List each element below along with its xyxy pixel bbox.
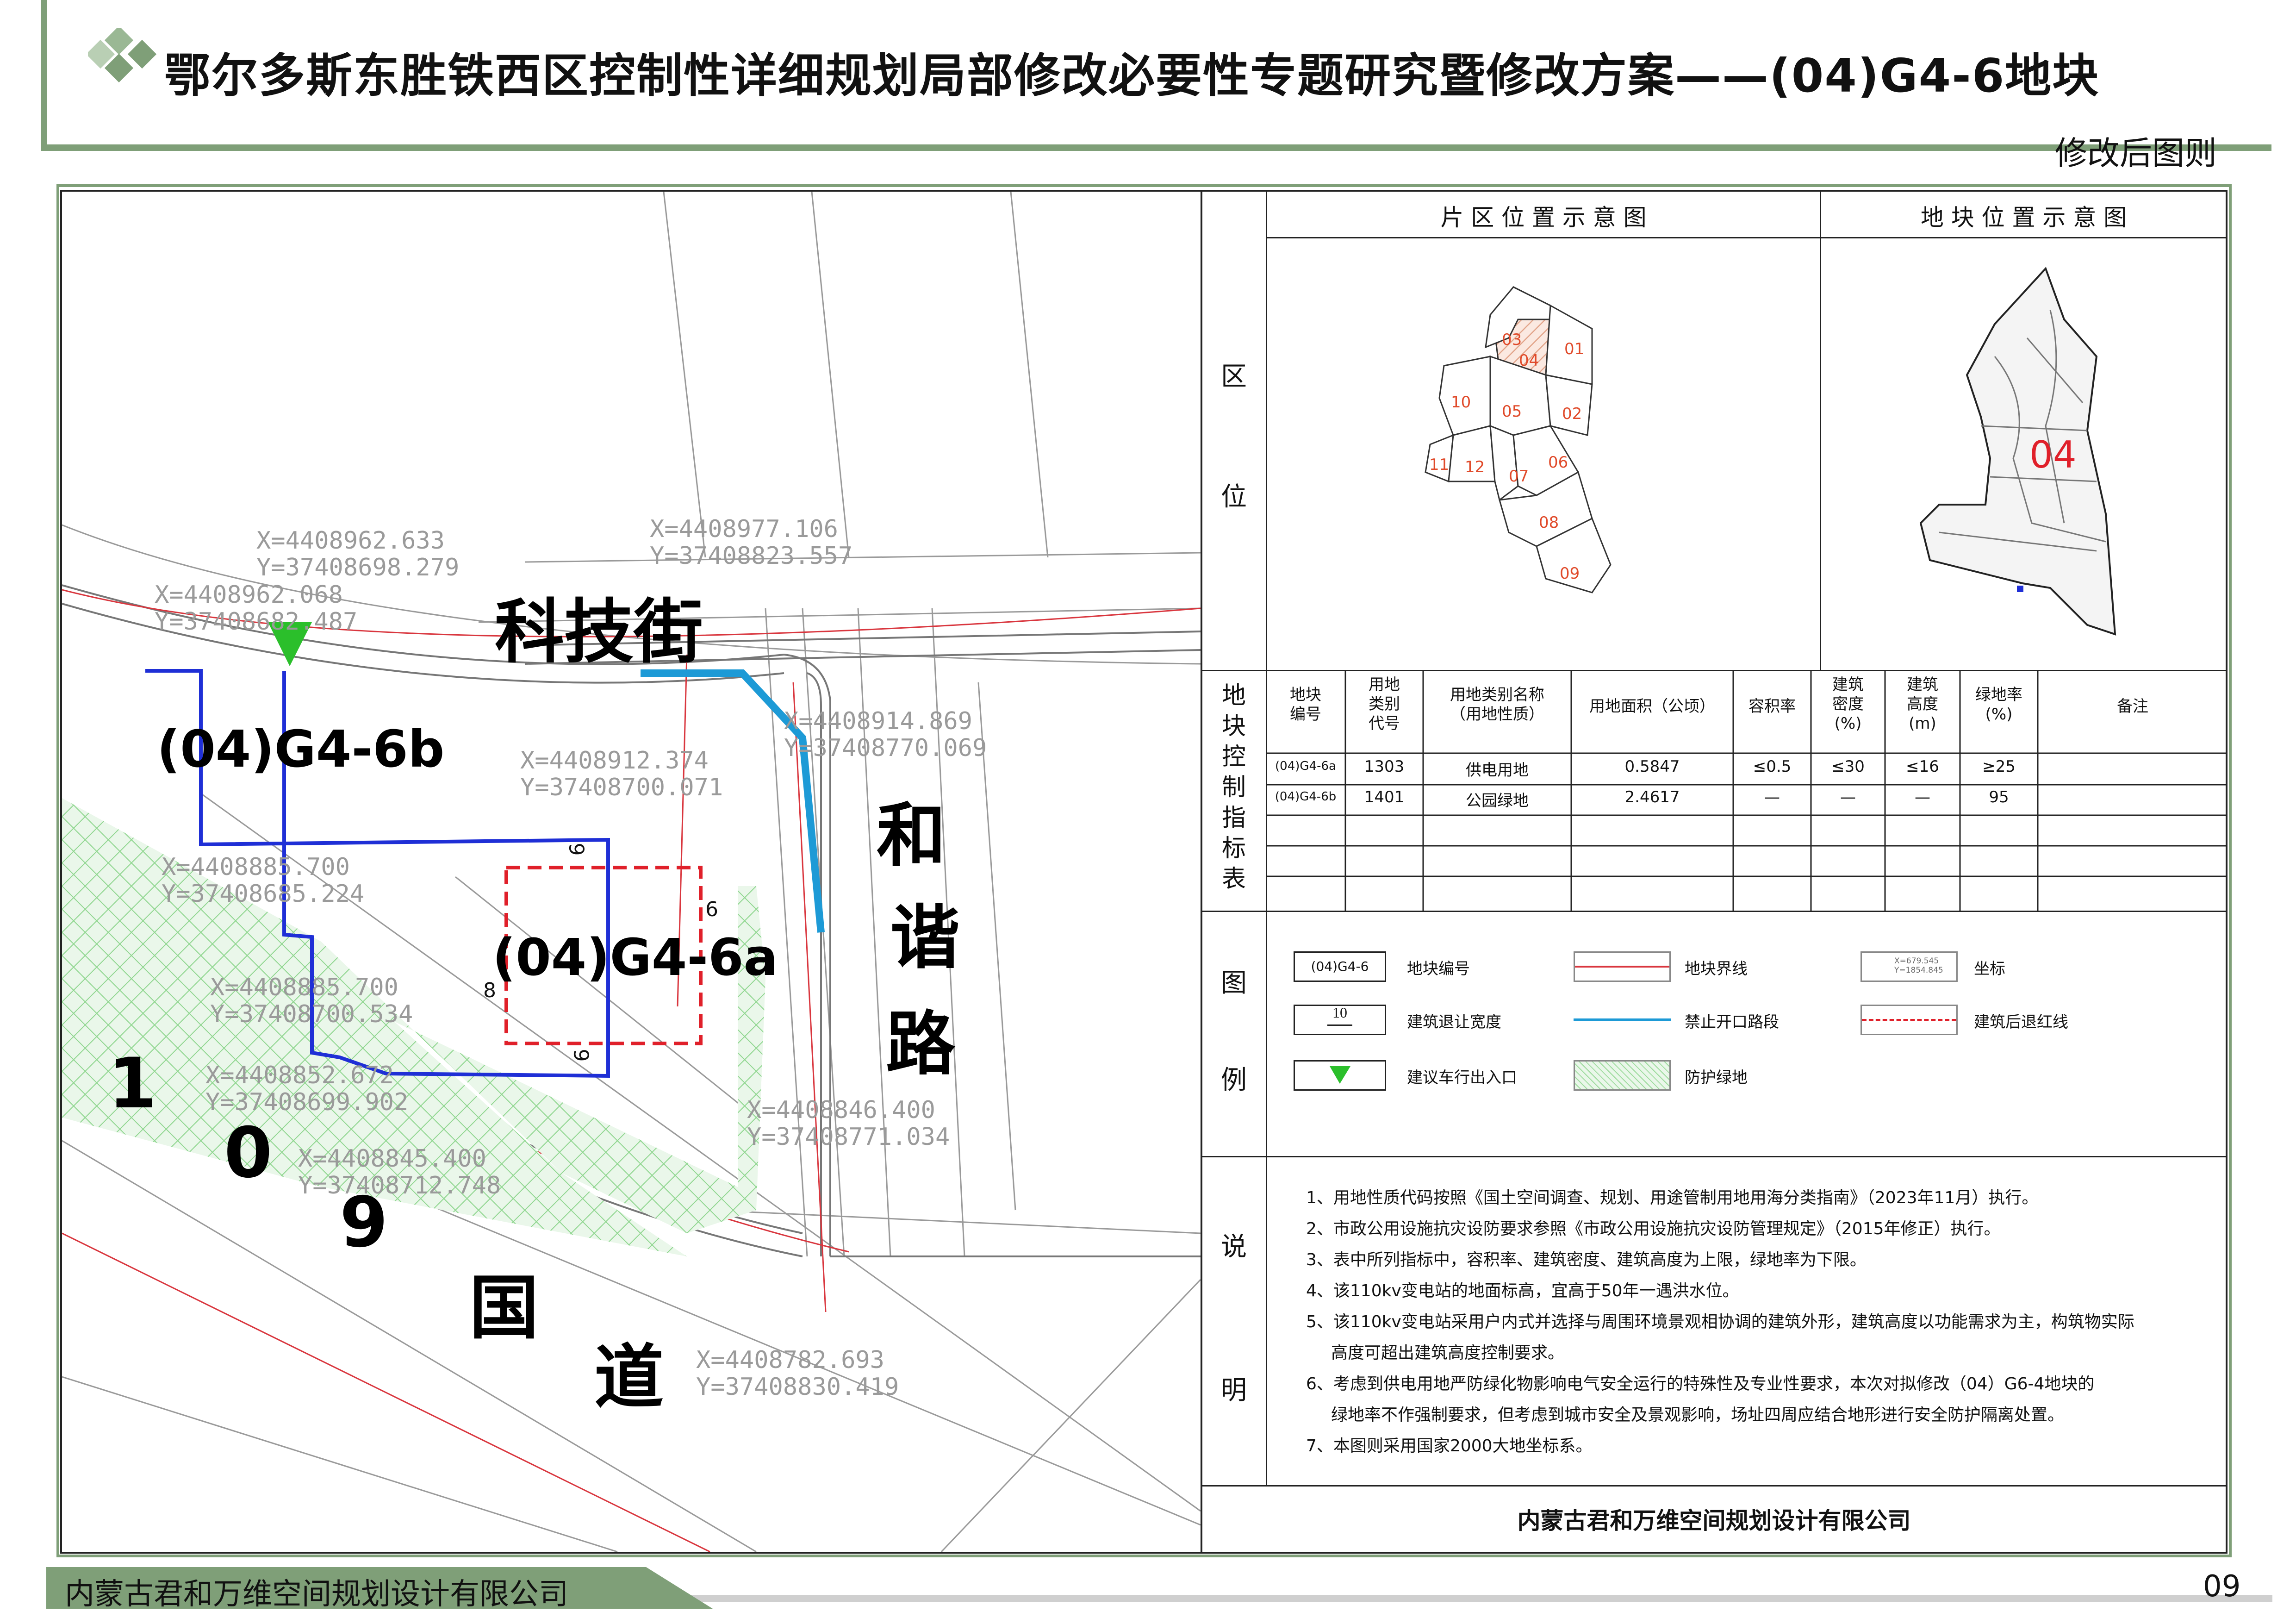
- zone-10: 10: [1451, 393, 1471, 412]
- col-header-far: 容积率: [1748, 697, 1796, 716]
- zone-08: 08: [1539, 513, 1559, 532]
- entrance-triangle-icon: [1330, 1066, 1350, 1084]
- setback-value-bottom: 6: [570, 1049, 594, 1062]
- page-number: 09: [2203, 1569, 2241, 1604]
- zone-05: 05: [1502, 402, 1522, 421]
- legend-setback-line-swatch: [1860, 1005, 1958, 1035]
- legend-green-swatch: [1574, 1060, 1671, 1091]
- plot-map-title: 地 块 位 置 示 意 图: [1920, 204, 2127, 231]
- coord-label: X=4408962.633 Y=37408698.279: [256, 527, 460, 581]
- setback-value-right: 6: [705, 898, 718, 921]
- site-map: 科技街 和 谐 路 1 0 9 国 道 (04)G4-6b (04)G4-6a …: [62, 192, 1202, 1552]
- zone-06: 06: [1548, 453, 1568, 472]
- zone-02: 02: [1562, 405, 1582, 423]
- notes-label-2: 明: [1221, 1375, 1247, 1405]
- zone-09: 09: [1560, 564, 1580, 583]
- parcel-label-a: (04)G4-6a: [492, 928, 778, 987]
- plot-zone-label: 04: [2029, 433, 2077, 476]
- road-hexie-2: 谐: [890, 898, 960, 978]
- zone-11: 11: [1429, 456, 1449, 474]
- legend-boundary: 地块界线: [1685, 960, 1748, 978]
- road-hexie-1: 和: [877, 796, 946, 876]
- col-header-green: 绿地率 (%): [1975, 686, 2022, 724]
- legend-label-2: 例: [1221, 1065, 1247, 1095]
- col-header-height: 建筑 高度 (m): [1907, 675, 1938, 733]
- col-header-remark: 备注: [2117, 697, 2148, 716]
- plot-marker: [2017, 586, 2023, 592]
- company-name: 内蒙古君和万维空间规划设计有限公司: [1517, 1507, 1911, 1534]
- legend-coord-sample: X=679.545 Y=1854.845: [1860, 951, 1958, 982]
- plot-location-map: 04: [1919, 267, 2116, 636]
- legend-entrance: 建议车行出入口: [1407, 1068, 1517, 1087]
- note-line: 绿地率不作强制要求，但考虑到城市安全及景观影响，场址四周应结合地形进行安全防护隔…: [1331, 1405, 2065, 1424]
- note-line: 高度可超出建筑高度控制要求。: [1331, 1343, 1565, 1362]
- district-map-title: 片 区 位 置 示 意 图: [1440, 204, 1647, 231]
- col-header-area: 用地面积（公顷）: [1589, 697, 1715, 716]
- coord-label: X=4408977.106 Y=37408823.557: [650, 515, 853, 570]
- legend-green: 防护绿地: [1685, 1068, 1748, 1087]
- district-map: 03 04 01 10 05 02 11 12 07 06 08 09: [1425, 286, 1612, 593]
- control-table-label: 地块控制指标表: [1221, 682, 1246, 893]
- note-line: 6、考虑到供电用地严防绿化物影响电气安全运行的特殊性及专业性要求，本次对拟修改（…: [1306, 1374, 2095, 1393]
- road-109-2: 0: [224, 1113, 273, 1193]
- footer-company: 内蒙古君和万维空间规划设计有限公司: [65, 1577, 568, 1612]
- road-keji: 科技街: [495, 592, 703, 673]
- location-label-2: 位: [1221, 482, 1247, 512]
- header-accent-bar: [41, 0, 47, 150]
- legend-label-1: 图: [1221, 968, 1247, 998]
- zone-01: 01: [1564, 340, 1584, 358]
- legend-parcel-code: 地块编号: [1407, 960, 1470, 978]
- col-header-code: 地块 编号: [1290, 686, 1321, 724]
- coord-label: X=4408885.700 Y=37408700.534: [210, 974, 413, 1028]
- zone-07: 07: [1509, 467, 1529, 486]
- notes-label-1: 说: [1221, 1232, 1247, 1262]
- page-subtitle: 修改后图则: [2055, 134, 2217, 172]
- legend-no-opening: 禁止开口路段: [1685, 1013, 1779, 1031]
- legend-entrance-swatch: [1294, 1060, 1386, 1091]
- legend-no-opening-swatch: [1574, 1005, 1671, 1035]
- legend-parcel-code-sample: (04)G4-6: [1294, 951, 1386, 982]
- parcel-label-b: (04)G4-6b: [157, 719, 445, 779]
- coord-label: X=4408845.400 Y=37408712.748: [298, 1145, 501, 1199]
- location-label-cell: [1201, 190, 1267, 671]
- coord-label: X=4408846.400 Y=37408771.034: [747, 1096, 950, 1151]
- setback-value-top: 6: [566, 843, 590, 856]
- coord-label: X=4408782.693 Y=37408830.419: [696, 1346, 899, 1401]
- road-109-4: 国: [469, 1268, 539, 1349]
- col-header-density: 建筑 密度 (%): [1832, 675, 1864, 733]
- note-line: 2、市政公用设施抗灾设防要求参照《市政公用设施抗灾设防管理规定》（2015年修正…: [1306, 1219, 2001, 1238]
- location-label-1: 区: [1221, 362, 1247, 392]
- notes-label-cell: [1201, 1156, 1267, 1487]
- zone-12: 12: [1465, 458, 1485, 476]
- note-line: 4、该110kv变电站的地面标高，宜高于50年一遇洪水位。: [1306, 1281, 1739, 1300]
- note-line: 3、表中所列指标中，容积率、建筑密度、建筑高度为上限，绿地率为下限。: [1306, 1250, 1867, 1269]
- coord-label: X=4408852.672 Y=37408699.902: [205, 1062, 409, 1116]
- legend-setback-sample: 10: [1294, 1004, 1386, 1035]
- col-header-name: 用地类别名称 （用地性质）: [1450, 686, 1544, 724]
- road-hexie-3: 路: [886, 1004, 956, 1085]
- setback-value-left: 8: [483, 979, 496, 1002]
- legend-setback-line: 建筑后退红线: [1974, 1013, 2068, 1031]
- logo-diamonds-icon: [88, 28, 157, 83]
- zone-03: 03: [1502, 331, 1522, 349]
- note-line: 1、用地性质代码按照《国土空间调查、规划、用途管制用地用海分类指南》（2023年…: [1306, 1188, 2039, 1207]
- coord-label: X=4408885.700 Y=37408685.224: [162, 853, 365, 908]
- legend-boundary-swatch: [1574, 951, 1671, 982]
- coord-label: X=4408914.869 Y=37408770.069: [784, 707, 987, 762]
- col-header-category: 用地 类别 代号: [1369, 675, 1400, 733]
- road-109-5: 道: [594, 1337, 664, 1418]
- legend-label-cell: [1201, 911, 1267, 1157]
- zone-04: 04: [1519, 351, 1539, 370]
- coord-label: X=4408912.374 Y=37408700.071: [520, 747, 723, 801]
- header-divider: [41, 144, 2271, 151]
- note-line: 7、本图则采用国家2000大地坐标系。: [1306, 1437, 1593, 1455]
- road-109-1: 1: [108, 1043, 157, 1124]
- page-title: 鄂尔多斯东胜铁西区控制性详细规划局部修改必要性专题研究暨修改方案——(04)G4…: [164, 49, 2100, 103]
- note-line: 5、该110kv变电站采用户内式并选择与周围环境景观相协调的建筑外形，建筑高度以…: [1306, 1312, 2134, 1331]
- legend-coord: 坐标: [1974, 960, 2005, 978]
- legend-setback-width: 建筑退让宽度: [1407, 1013, 1501, 1031]
- coord-label: X=4408962.068 Y=37408682.487: [155, 581, 358, 636]
